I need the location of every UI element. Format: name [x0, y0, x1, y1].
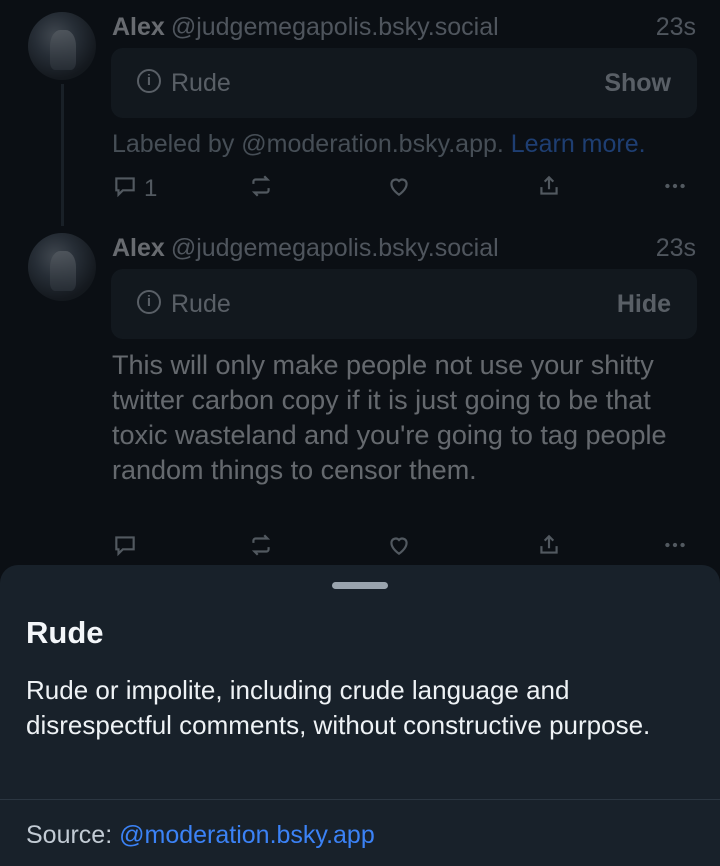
like-button[interactable]	[386, 533, 412, 563]
warning-label: Rude	[171, 290, 231, 318]
labeled-by: Labeled by @moderation.bsky.app.	[112, 130, 504, 158]
reply-icon	[112, 173, 138, 206]
share-button[interactable]	[536, 174, 562, 204]
sheet-description: Rude or impolite, including crude langua…	[26, 675, 651, 740]
post-actions: 1	[112, 174, 692, 204]
author-handle[interactable]: @judgemegapolis.bsky.social	[171, 13, 499, 41]
author-name[interactable]: Alex	[112, 234, 165, 262]
divider	[0, 799, 720, 800]
info-icon: i	[137, 290, 161, 314]
post-author[interactable]: Alex @judgemegapolis.bsky.social	[112, 234, 499, 263]
source-label: Source:	[26, 821, 113, 849]
repost-button[interactable]	[248, 533, 274, 563]
post-time: 23s	[655, 234, 696, 262]
content-warning[interactable]: i Rude Show	[111, 48, 697, 118]
sheet-title: Rude	[26, 615, 104, 650]
post-text: This will only make people not use your …	[112, 350, 667, 485]
more-button[interactable]	[662, 533, 688, 563]
like-icon	[386, 532, 412, 565]
content-warning[interactable]: i Rude Hide	[111, 269, 697, 339]
learn-more-link[interactable]: Learn more.	[511, 130, 646, 158]
like-button[interactable]	[386, 174, 412, 204]
post-author[interactable]: Alex @judgemegapolis.bsky.social	[112, 13, 499, 42]
labeled-by-text: Labeled by @moderation.bsky.app. Learn m…	[112, 130, 646, 159]
reply-count: 1	[144, 175, 158, 202]
warning-label: Rude	[171, 69, 231, 97]
more-button[interactable]	[662, 174, 688, 204]
avatar[interactable]	[28, 233, 96, 301]
label-info-sheet: Rude Rude or impolite, including crude l…	[0, 565, 720, 866]
reply-icon	[112, 532, 138, 565]
author-handle[interactable]: @judgemegapolis.bsky.social	[171, 234, 499, 262]
share-icon	[536, 173, 562, 206]
share-icon	[536, 532, 562, 565]
show-button[interactable]: Show	[604, 69, 671, 98]
more-icon	[662, 173, 688, 206]
post-actions	[112, 533, 692, 563]
source-link[interactable]: @moderation.bsky.app	[119, 821, 375, 849]
share-button[interactable]	[536, 533, 562, 563]
repost-button[interactable]	[248, 174, 274, 204]
hide-button[interactable]: Hide	[617, 290, 671, 319]
reply-button[interactable]: 1	[112, 174, 157, 204]
author-name[interactable]: Alex	[112, 13, 165, 41]
sheet-grabber[interactable]	[332, 582, 388, 589]
sheet-source: Source: @moderation.bsky.app	[26, 821, 375, 850]
post-time: 23s	[655, 13, 696, 41]
like-icon	[386, 173, 412, 206]
repost-icon	[248, 532, 274, 565]
info-icon: i	[137, 69, 161, 93]
repost-icon	[248, 173, 274, 206]
reply-button[interactable]	[112, 533, 138, 563]
avatar[interactable]	[28, 12, 96, 80]
more-icon	[662, 532, 688, 565]
thread-line	[61, 84, 64, 226]
